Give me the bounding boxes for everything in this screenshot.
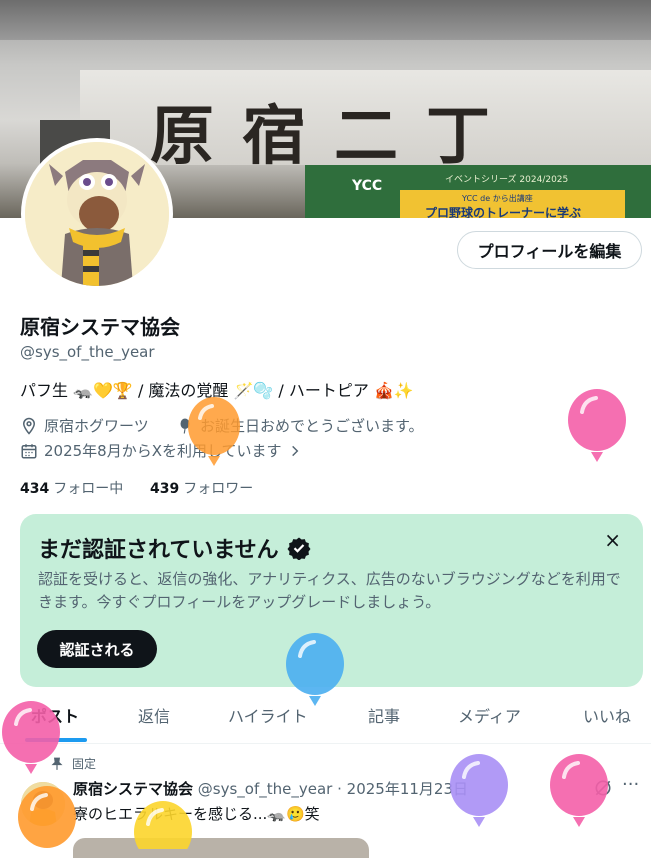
calendar-icon [21,443,37,458]
banner-sign-text: 原宿二丁 [150,99,518,174]
tab-media[interactable]: メディア [458,690,521,743]
following-label: フォロー中 [53,481,124,497]
banner-poster-text: プロ野球のトレーナーに学ぶ [425,206,582,218]
tab-likes[interactable]: いいね [583,690,631,743]
banner-poster-tag: YCC de から出講座 [462,194,533,203]
balloon-yellow [134,801,192,849]
avatar-illustration [25,142,169,286]
banner-awning [0,0,651,40]
edit-profile-button[interactable]: プロフィールを編集 [457,231,642,269]
close-icon[interactable]: × [604,528,621,552]
location-icon [22,417,36,435]
balloon-orange [188,397,240,466]
profile-location: 原宿ホグワーツ [20,415,149,436]
post-text: 寮のヒエラルキーを感じる...🦡🥲笑 [73,805,320,823]
joined-text: 2025年8月からXを利用しています [44,442,282,460]
location-text: 原宿ホグワーツ [44,417,149,435]
balloon-pink-right [550,754,608,827]
chevron-right-icon [291,445,298,456]
profile-joined[interactable]: 2025年8月からXを利用しています [20,440,302,461]
profile-avatar[interactable] [21,138,173,290]
profile-name: 原宿システマ協会 [20,315,180,339]
followers-link[interactable]: 439 フォロワー [150,478,253,498]
get-verified-button[interactable]: 認証される [37,630,157,668]
followers-count: 439 [150,481,180,497]
pinned-label: 固定 [72,757,97,771]
tab-articles[interactable]: 記事 [368,690,400,743]
promo-title-row: まだ認証されていません [38,532,311,564]
promo-title: まだ認証されていません [38,538,279,563]
banner-store-logo: YCC [352,178,383,194]
balloon-blue [286,633,344,706]
banner-store-sub: イベントシリーズ 2024/2025 [445,175,569,185]
balloon-orange-bottom [18,786,76,848]
verified-icon [287,537,311,560]
promo-description: 認証を受けると、返信の強化、アナリティクス、広告のないブラウジングなどを利用でき… [38,570,621,611]
post-meta[interactable]: @sys_of_the_year · 2025年11月23日 [198,780,468,798]
following-count: 434 [20,481,50,497]
balloon-pink [568,389,626,462]
followers-label: フォロワー [183,481,254,497]
profile-handle: @sys_of_the_year [20,343,155,361]
balloon-purple [450,754,508,827]
tab-replies[interactable]: 返信 [138,690,170,743]
balloon-pink-left [2,701,60,774]
post-header: 原宿システマ協会 @sys_of_the_year · 2025年11月23日 [73,778,468,799]
following-link[interactable]: 434 フォロー中 [20,478,123,498]
post-author[interactable]: 原宿システマ協会 [73,780,193,798]
post-media[interactable] [73,838,369,858]
more-icon[interactable]: ··· [622,774,639,795]
